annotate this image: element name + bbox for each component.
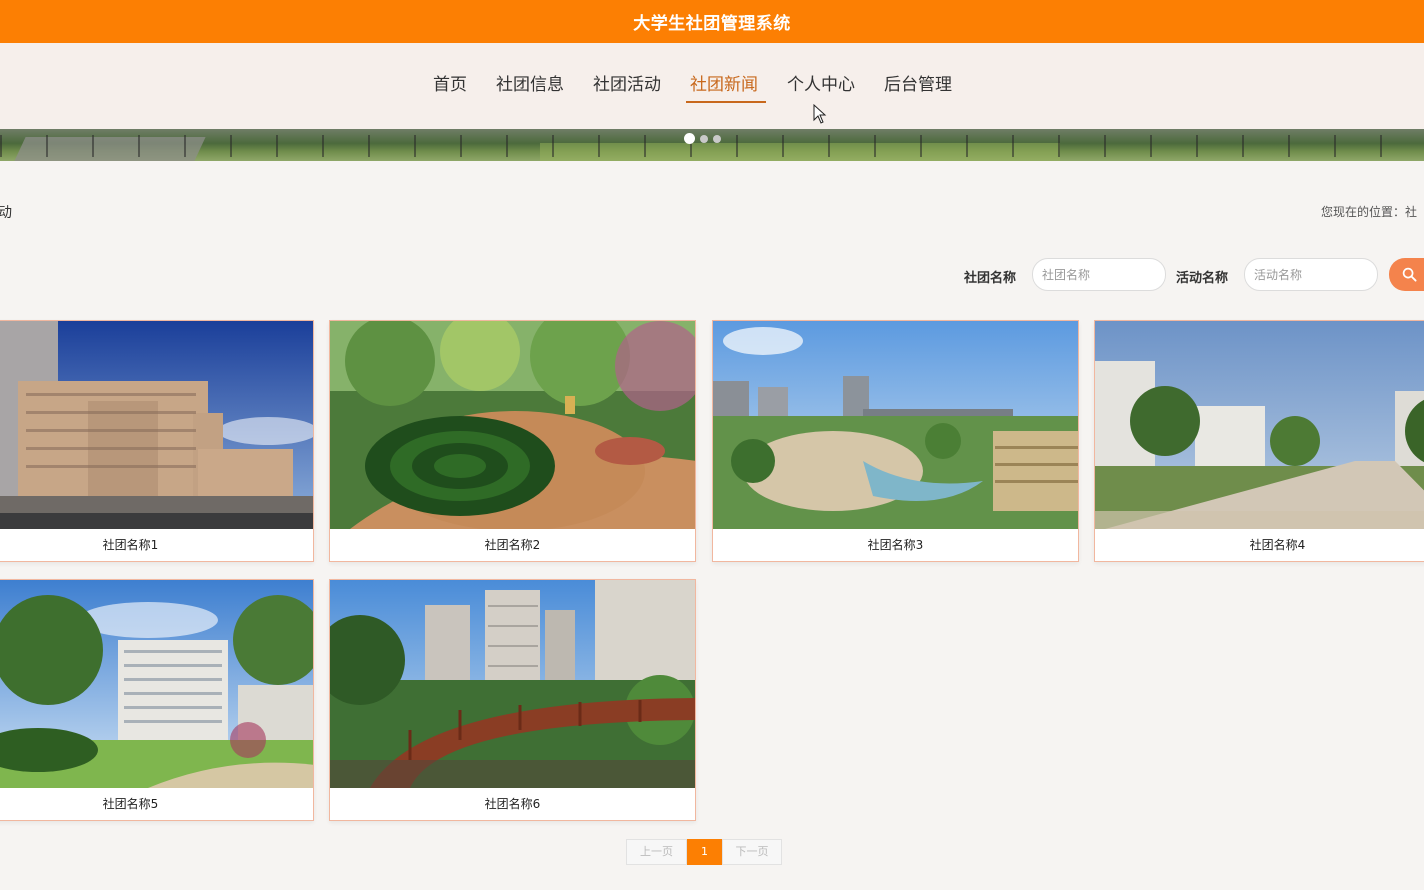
nav-item-club-news[interactable]: 社团新闻	[686, 73, 766, 103]
nav-item-club-info[interactable]: 社团信息	[496, 73, 564, 103]
club-card-name: 社团名称4	[1249, 538, 1306, 552]
page-number-current[interactable]: 1	[687, 839, 722, 865]
next-page-button[interactable]: 下一页	[722, 839, 782, 865]
search-button[interactable]	[1389, 258, 1424, 291]
carousel-indicators	[684, 133, 721, 144]
club-card-image	[713, 321, 1078, 529]
club-card-name: 社团名称2	[484, 538, 541, 552]
site-title: 大学生社团管理系统	[633, 14, 791, 34]
breadcrumb: 您现在的位置：社	[1321, 205, 1418, 219]
club-card-image	[330, 321, 695, 529]
club-name-label: 社团名称	[964, 271, 1017, 286]
nav-item-admin[interactable]: 后台管理	[884, 73, 952, 103]
club-name-input[interactable]	[1032, 258, 1166, 291]
club-card[interactable]: 社团名称4	[1094, 320, 1424, 562]
club-card[interactable]: 社团名称2	[329, 320, 696, 562]
club-card-name: 社团名称5	[102, 797, 159, 811]
carousel-dot[interactable]	[713, 134, 721, 143]
top-header-bar: 大学生社团管理系统	[0, 0, 1424, 43]
club-card-image	[330, 580, 695, 788]
club-card[interactable]: 社团名称5	[0, 579, 314, 821]
activity-name-input[interactable]	[1244, 258, 1378, 291]
club-card-name: 社团名称1	[102, 538, 159, 552]
club-card-name: 社团名称6	[484, 797, 541, 811]
main-nav: 首页 社团信息 社团活动 社团新闻 个人中心 后台管理	[0, 43, 1424, 129]
section-title: 动	[0, 205, 12, 221]
club-card-image	[0, 321, 313, 529]
nav-item-club-activities[interactable]: 社团活动	[593, 73, 661, 103]
club-card[interactable]: 社团名称1	[0, 320, 314, 562]
mouse-cursor-icon	[813, 104, 827, 124]
club-card-name: 社团名称3	[867, 538, 924, 552]
club-card-image	[0, 580, 313, 788]
carousel-dot[interactable]	[700, 134, 708, 143]
pagination: 上一页 1 下一页	[626, 839, 782, 865]
club-card-image	[1095, 321, 1424, 529]
activity-name-label: 活动名称	[1176, 271, 1229, 286]
nav-item-home[interactable]: 首页	[433, 73, 467, 103]
prev-page-button[interactable]: 上一页	[626, 839, 687, 865]
carousel-dot[interactable]	[684, 133, 695, 144]
search-icon	[1402, 267, 1417, 282]
club-card[interactable]: 社团名称6	[329, 579, 696, 821]
nav-item-personal-center[interactable]: 个人中心	[787, 73, 855, 103]
club-card[interactable]: 社团名称3	[712, 320, 1079, 562]
